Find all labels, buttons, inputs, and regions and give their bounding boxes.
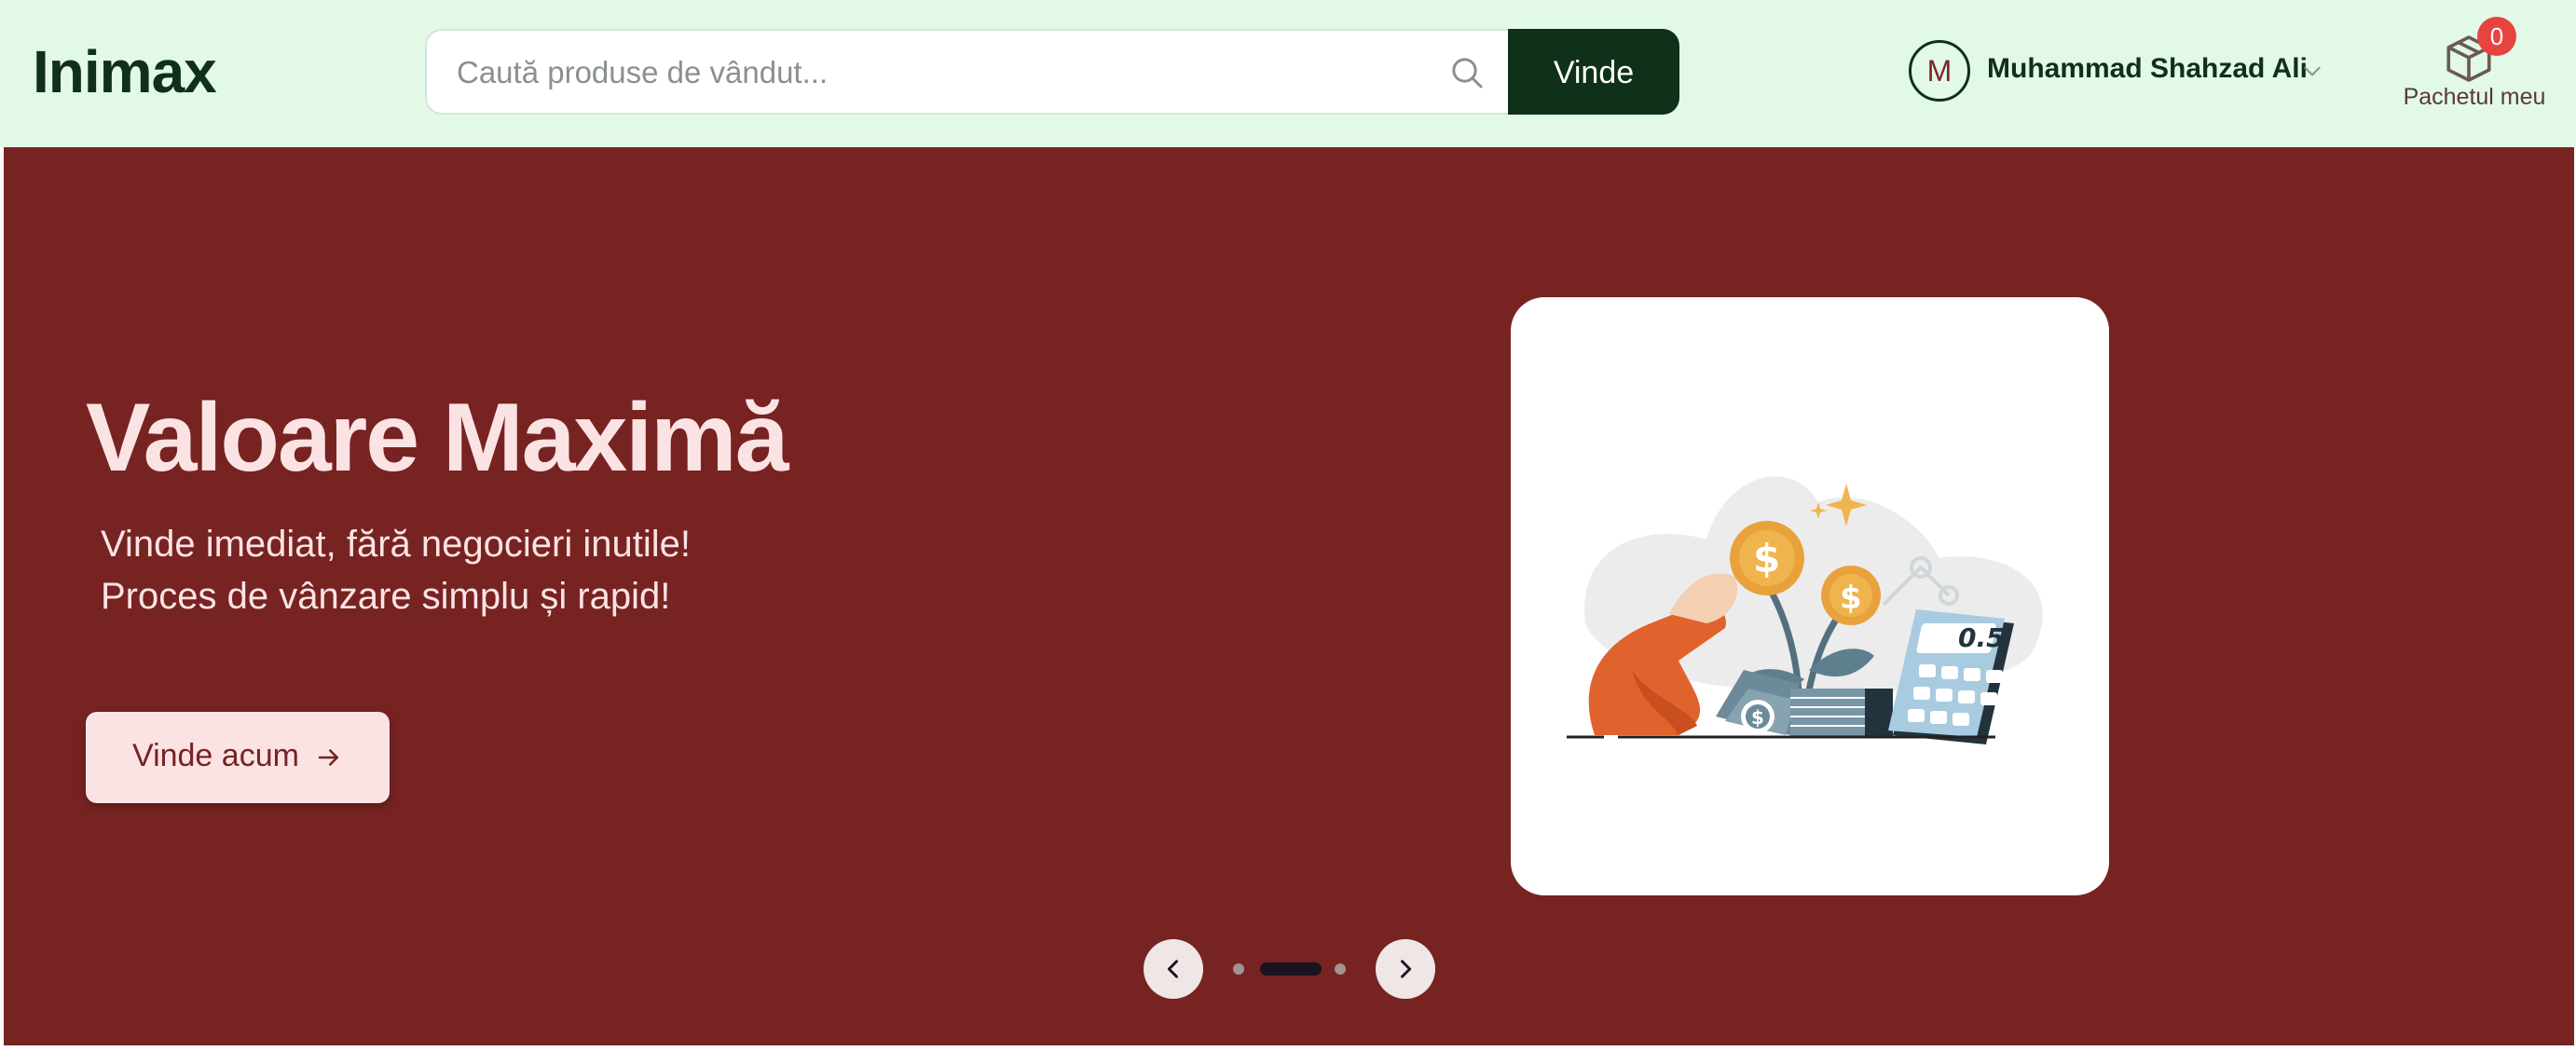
bundle-label: Pachetul meu (2403, 84, 2546, 110)
my-bundle-button[interactable]: 0 Pachetul meu (2386, 13, 2563, 116)
search-box (425, 29, 1508, 115)
logo[interactable]: Inimax (33, 35, 217, 108)
calculator-display: 0.5 (1958, 622, 2005, 653)
sell-now-label: Vinde acum (132, 738, 299, 773)
chevron-down-icon (2304, 66, 2321, 76)
svg-text:$: $ (1840, 580, 1862, 617)
page: Inimax Vinde M Muhammad Shahzad Ali 0 Pa… (0, 0, 2576, 1051)
chevron-right-icon (1401, 960, 1412, 978)
search-input[interactable] (455, 31, 1418, 115)
hero-banner: Valoare Maximă Vinde imediat, fără negoc… (4, 147, 2574, 1045)
bundle-count-badge: 0 (2477, 17, 2516, 56)
top-header: Inimax Vinde M Muhammad Shahzad Ali 0 Pa… (0, 0, 2576, 147)
search-icon[interactable] (1448, 54, 1486, 91)
svg-text:$: $ (1751, 706, 1764, 729)
avatar: M (1909, 40, 1970, 102)
arrow-right-icon (318, 749, 338, 766)
carousel-dot[interactable] (1335, 963, 1346, 975)
carousel-prev-button[interactable] (1144, 939, 1203, 999)
carousel-dot[interactable] (1233, 963, 1244, 975)
sell-button[interactable]: Vinde (1508, 29, 1679, 115)
svg-text:$: $ (1753, 536, 1780, 581)
chevron-left-icon (1167, 960, 1178, 978)
sell-now-button[interactable]: Vinde acum (86, 712, 390, 803)
hero-subtitle-line: Proces de vânzare simplu și rapid! (101, 576, 671, 617)
money-growth-illustration: $ $ $ 0.5 (1567, 476, 2043, 744)
hero-subtitle-line: Vinde imediat, fără negocieri inutile! (101, 524, 691, 565)
carousel-next-button[interactable] (1376, 939, 1435, 999)
user-name: Muhammad Shahzad Ali (1987, 53, 2308, 84)
user-menu[interactable]: M Muhammad Shahzad Ali (1909, 40, 2337, 103)
carousel-dot-active[interactable] (1260, 962, 1322, 976)
illustration-card: $ $ $ 0.5 (1511, 297, 2109, 895)
hero-title: Valoare Maximă (86, 384, 788, 492)
